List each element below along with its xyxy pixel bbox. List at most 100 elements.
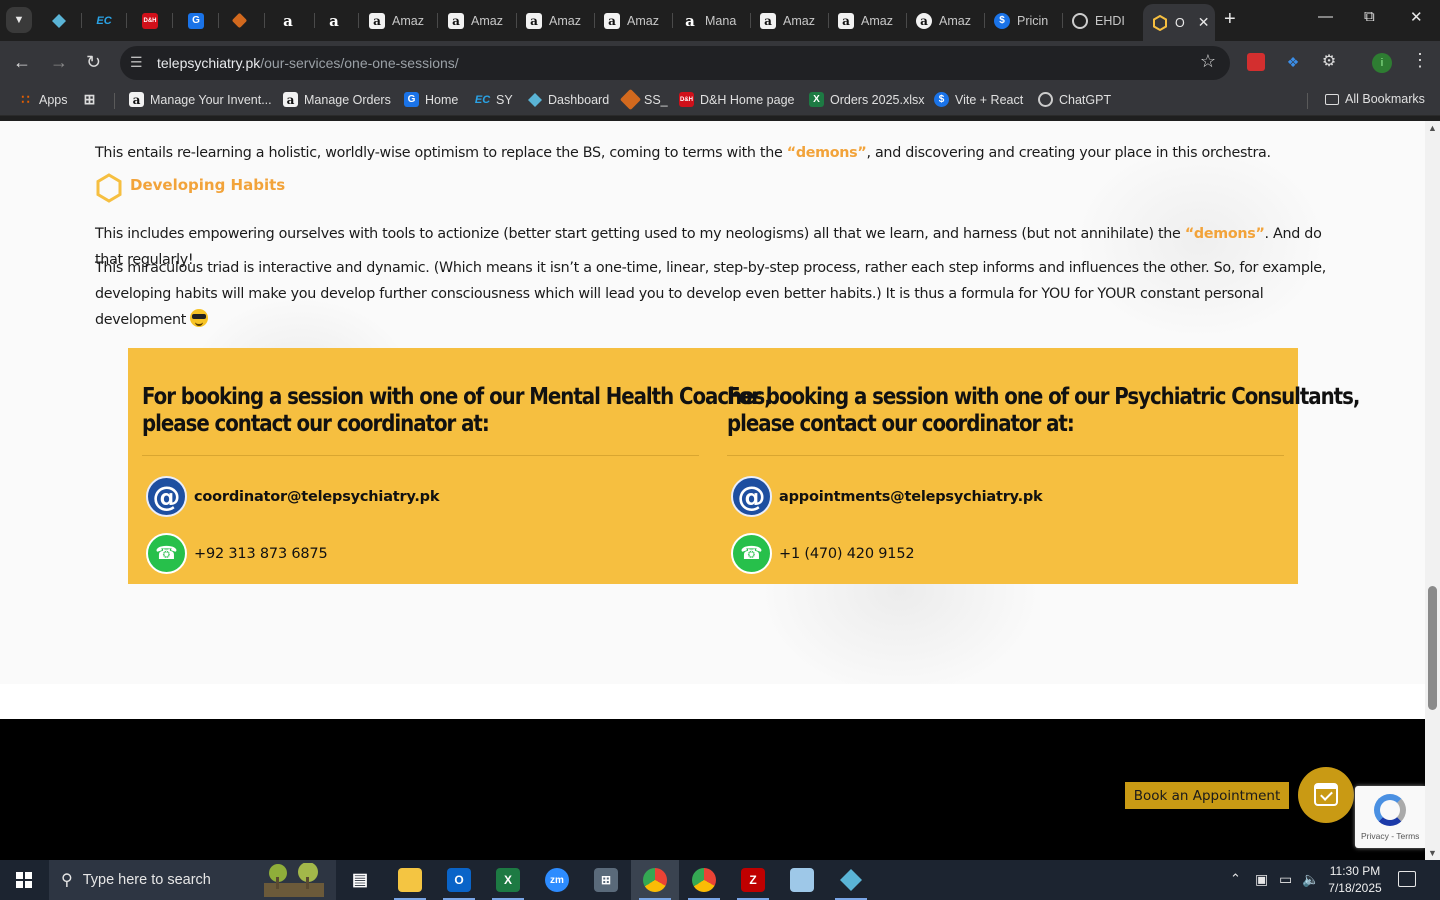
booking-box: For booking a session with one of our Me…: [128, 348, 1360, 584]
clock-date: 7/18/2025: [1328, 881, 1382, 895]
notes-icon: [790, 868, 814, 892]
book-appointment-button[interactable]: Book an Appointment: [1125, 782, 1289, 809]
url-text[interactable]: telepsychiatry.pk/our-services/one-one-s…: [157, 55, 459, 71]
tab[interactable]: [42, 7, 82, 34]
bookmark-item[interactable]: $ Vite + React: [934, 92, 1023, 107]
amazon-icon: a: [329, 11, 339, 30]
tab[interactable]: G: [179, 7, 219, 34]
taskbar-app-chrome[interactable]: [631, 860, 679, 900]
apps-grid-icon: ∷: [21, 91, 30, 107]
tray-chevron-icon[interactable]: ⌃: [1230, 871, 1241, 887]
taskbar-app-bluegem[interactable]: [827, 860, 875, 900]
consultants-email-link[interactable]: appointments@telepsychiatry.pk: [779, 489, 1043, 505]
tab-groups-icon[interactable]: ⊞: [82, 91, 97, 107]
bookmark-star-icon[interactable]: ☆: [1200, 51, 1216, 72]
whatsapp-icon: [731, 533, 772, 574]
network-icon[interactable]: ▭: [1279, 871, 1292, 888]
taskbar-app-chrome-2[interactable]: [680, 860, 728, 900]
tab[interactable]: a Amaz: [517, 7, 595, 34]
taskbar-app-outlook[interactable]: O: [435, 860, 483, 900]
close-window-icon[interactable]: ✕: [1410, 8, 1423, 26]
forward-arrow-icon[interactable]: →: [50, 51, 68, 73]
taskbar-search[interactable]: ⚲ Type here to search: [49, 860, 336, 900]
tab[interactable]: a: [271, 7, 315, 34]
tray-app-icon[interactable]: ▣: [1255, 871, 1268, 888]
page-scrollbar[interactable]: ▲ ▼: [1425, 121, 1440, 860]
bookmark-item[interactable]: a Manage Your Invent...: [129, 92, 272, 107]
site-info-icon[interactable]: ☰: [130, 54, 143, 71]
calendar-button[interactable]: [1298, 767, 1354, 823]
restore-icon[interactable]: ⧉: [1364, 8, 1375, 25]
volume-icon[interactable]: 🔈: [1302, 871, 1319, 888]
bookmark-item[interactable]: EC SY: [475, 92, 513, 107]
bookmark-item[interactable]: D&H D&H Home page: [679, 92, 795, 107]
tab-search-chevron-icon[interactable]: ▼: [6, 7, 32, 33]
taskbar-app-zoom[interactable]: zm: [533, 860, 581, 900]
bookmark-item[interactable]: G Home: [404, 92, 458, 107]
tab[interactable]: [225, 7, 265, 34]
scroll-down-arrow-icon[interactable]: ▼: [1428, 848, 1437, 858]
demons-highlight: “demons”: [1184, 226, 1265, 242]
coaches-phone-row[interactable]: +92 313 873 6875: [146, 533, 328, 574]
minimize-icon[interactable]: —: [1318, 8, 1333, 25]
coaches-email-link[interactable]: coordinator@telepsychiatry.pk: [194, 489, 440, 505]
tab[interactable]: a Amaz: [360, 7, 438, 34]
taskbar-app-explorer[interactable]: [386, 860, 434, 900]
tab[interactable]: a: [317, 7, 359, 34]
bookmarks-divider: [114, 93, 115, 109]
task-view-button[interactable]: ▤: [336, 860, 384, 900]
scroll-up-arrow-icon[interactable]: ▲: [1428, 123, 1437, 133]
close-tab-icon[interactable]: ✕: [1198, 14, 1210, 31]
tab[interactable]: EHDI: [1063, 7, 1141, 34]
cube-icon: [231, 12, 248, 29]
start-button[interactable]: [0, 860, 48, 900]
tab[interactable]: $ Pricin: [985, 7, 1063, 34]
taskbar-app-excel[interactable]: X: [484, 860, 532, 900]
bluegem-icon: [839, 868, 863, 892]
amazon-icon: a: [526, 12, 542, 29]
tab[interactable]: D&H: [133, 7, 173, 34]
taskbar-app-notes[interactable]: [778, 860, 826, 900]
tab[interactable]: a Amaz: [751, 7, 829, 34]
menu-kebab-icon[interactable]: ⋮: [1411, 50, 1429, 71]
bookmark-item[interactable]: SS_: [619, 88, 668, 111]
taskbar-clock[interactable]: 11:30 PM 7/18/2025: [1322, 863, 1388, 897]
g-icon: G: [404, 92, 419, 107]
extensions-puzzle-icon[interactable]: ⚙: [1320, 53, 1338, 71]
address-bar[interactable]: ☰ telepsychiatry.pk/our-services/one-one…: [120, 46, 1230, 80]
taskbar-app-calculator[interactable]: ⊞: [582, 860, 630, 900]
profile-avatar[interactable]: i: [1372, 53, 1392, 73]
tab-active[interactable]: O ✕: [1143, 4, 1215, 41]
tab[interactable]: a Mana: [673, 7, 751, 34]
scrollbar-thumb[interactable]: [1428, 586, 1437, 710]
coaches-email-row[interactable]: coordinator@telepsychiatry.pk: [146, 476, 440, 517]
tab[interactable]: a Amaz: [907, 7, 985, 34]
new-tab-button[interactable]: +: [1224, 9, 1236, 29]
bookmark-item[interactable]: X Orders 2025.xlsx: [809, 92, 924, 107]
coaches-phone-link[interactable]: +92 313 873 6875: [194, 546, 328, 562]
amazon-icon: a: [283, 11, 293, 30]
bookmark-item[interactable]: ChatGPT: [1038, 92, 1111, 107]
amazon-icon: a: [916, 12, 932, 29]
dh-icon: D&H: [679, 92, 694, 107]
extension-blue-icon[interactable]: ❖: [1284, 53, 1302, 71]
tab[interactable]: a Amaz: [595, 7, 673, 34]
all-bookmarks[interactable]: All Bookmarks: [1325, 92, 1425, 106]
tab[interactable]: a Amaz: [439, 7, 517, 34]
consultants-phone-link[interactable]: +1 (470) 420 9152: [779, 546, 915, 562]
back-arrow-icon[interactable]: ←: [13, 51, 31, 73]
consultants-phone-row[interactable]: +1 (470) 420 9152: [731, 533, 915, 574]
bookmark-item[interactable]: a Manage Orders: [283, 92, 391, 107]
divider: [727, 455, 1284, 456]
recaptcha-badge[interactable]: Privacy - Terms: [1355, 786, 1425, 848]
recaptcha-links[interactable]: Privacy - Terms: [1361, 831, 1419, 841]
taskbar-app-filezilla[interactable]: Z: [729, 860, 777, 900]
consultants-email-row[interactable]: appointments@telepsychiatry.pk: [731, 476, 1043, 517]
tab[interactable]: a Amaz: [829, 7, 907, 34]
bookmark-item[interactable]: Dashboard: [527, 92, 609, 107]
notifications-icon[interactable]: [1398, 871, 1416, 887]
extension-arrow-icon[interactable]: [1247, 53, 1265, 71]
tab[interactable]: EC: [87, 7, 127, 34]
bookmark-apps[interactable]: ∷ Apps: [18, 91, 67, 107]
reload-icon[interactable]: ↻: [86, 51, 101, 73]
